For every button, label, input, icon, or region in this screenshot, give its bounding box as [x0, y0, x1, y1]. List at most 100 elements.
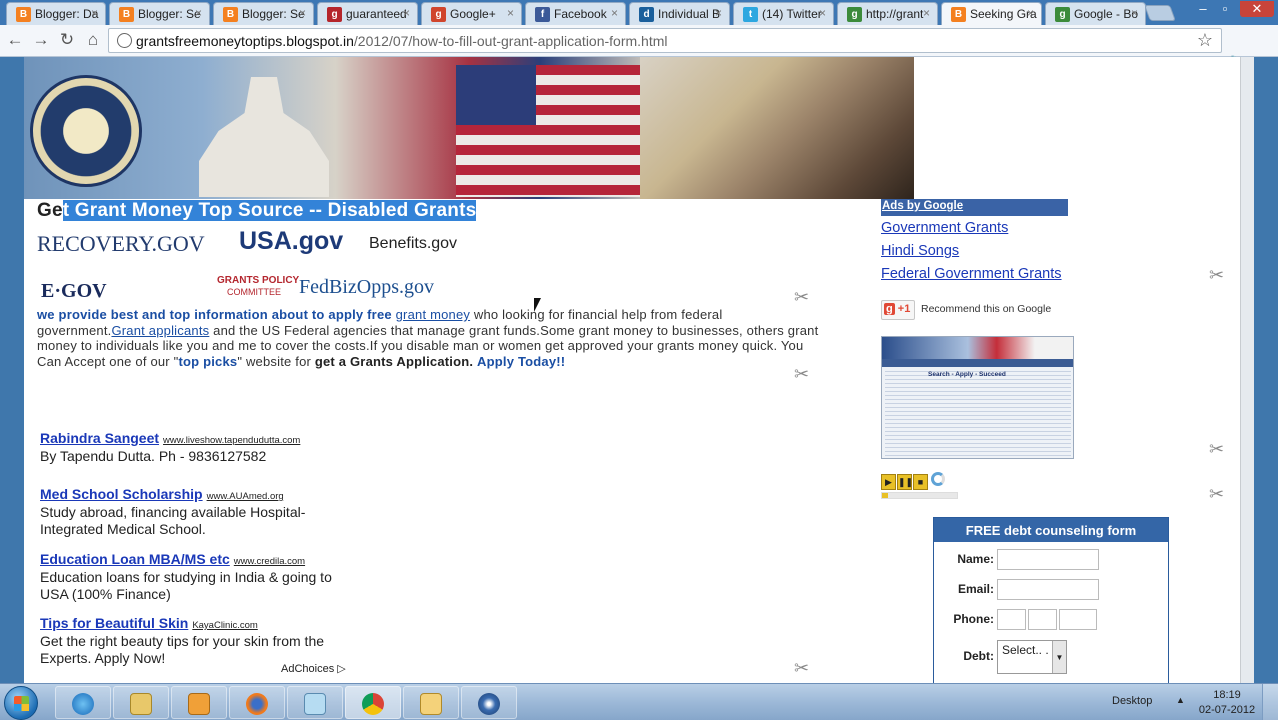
- grant-applicants-link[interactable]: Grant applicants: [111, 323, 209, 338]
- adchoices-link[interactable]: AdChoices ▷: [281, 662, 346, 675]
- tab-twitter[interactable]: t (14) Twitter ×: [733, 2, 834, 25]
- app-icon: [304, 693, 326, 715]
- vertical-scrollbar[interactable]: [1240, 57, 1254, 683]
- desktop-toolbar-label[interactable]: Desktop: [1112, 695, 1152, 707]
- ad-title[interactable]: Med School Scholarship: [40, 486, 203, 502]
- media-player[interactable]: ▶ ❚❚ ■: [881, 472, 961, 490]
- close-tab-icon[interactable]: ×: [91, 6, 98, 20]
- close-tab-icon[interactable]: ×: [195, 6, 202, 20]
- ad-url[interactable]: www.liveshow.tapendudutta.com: [163, 435, 300, 446]
- back-icon[interactable]: ←: [4, 30, 26, 50]
- play-icon[interactable]: ▶: [881, 474, 896, 490]
- ads-by-google-label[interactable]: Ads by Google: [881, 199, 1068, 216]
- tab-http-grant[interactable]: g http://grant ×: [837, 2, 938, 25]
- sidebar-link-hindi-songs[interactable]: Hindi Songs: [881, 243, 959, 259]
- taskbar-explorer[interactable]: [113, 686, 169, 719]
- scissors-icon[interactable]: ✂: [794, 364, 809, 385]
- maximize-icon[interactable]: ▫: [1214, 1, 1236, 16]
- new-tab-button[interactable]: [1144, 5, 1176, 21]
- ad-url[interactable]: www.AUAmed.org: [207, 491, 284, 502]
- google-icon: g: [847, 7, 862, 22]
- ad-title[interactable]: Tips for Beautiful Skin: [40, 615, 188, 631]
- tab-blogger-2[interactable]: B Blogger: Se ×: [109, 2, 210, 25]
- scissors-icon[interactable]: ✂: [1209, 439, 1224, 460]
- google-plus-one-button[interactable]: g +1: [881, 300, 915, 320]
- ad-title[interactable]: Rabindra Sangeet: [40, 430, 159, 446]
- intro-paragraph: we provide best and top information abou…: [37, 307, 819, 369]
- ad-item[interactable]: Rabindra Sangeet www.liveshow.tapendudutt…: [40, 430, 340, 465]
- blogger-icon: B: [951, 7, 966, 22]
- minimize-icon[interactable]: –: [1192, 1, 1214, 16]
- close-tab-icon[interactable]: ×: [299, 6, 306, 20]
- folder-icon: [130, 693, 152, 715]
- ad-item[interactable]: Education Loan MBA/MS etc www.credila.com…: [40, 551, 340, 603]
- bookmark-star-icon[interactable]: ☆: [1197, 30, 1213, 51]
- page-title: Get Grant Money Top Source -- Disabled G…: [37, 200, 477, 221]
- google-plus-icon: g: [884, 303, 895, 315]
- scissors-icon[interactable]: ✂: [794, 658, 809, 679]
- phone-line-field[interactable]: [1059, 609, 1097, 630]
- taskbar-media[interactable]: [171, 686, 227, 719]
- pause-icon[interactable]: ❚❚: [897, 474, 913, 490]
- tray-expand-icon[interactable]: ▲: [1176, 695, 1185, 705]
- ad-url[interactable]: KayaClinic.com: [192, 620, 257, 631]
- ad-url[interactable]: www.credila.com: [234, 556, 305, 567]
- sidebar-link-federal-grants[interactable]: Federal Government Grants: [881, 266, 1062, 282]
- header-banner: [24, 57, 914, 199]
- name-field[interactable]: [997, 549, 1099, 570]
- taskbar-ie[interactable]: [55, 686, 111, 719]
- site-thumbnail-ad[interactable]: Search - Apply - Succeed: [881, 336, 1074, 459]
- stop-icon[interactable]: ■: [913, 474, 928, 490]
- email-field[interactable]: [997, 579, 1099, 600]
- chrome-icon: [362, 693, 384, 715]
- ad-item[interactable]: Med School Scholarship www.AUAmed.org Stud…: [40, 486, 340, 538]
- ad-item[interactable]: Tips for Beautiful Skin KayaClinic.com Get…: [40, 615, 340, 667]
- close-tab-icon[interactable]: ×: [507, 6, 514, 20]
- people-photo: [640, 57, 914, 199]
- url-path: /2012/07/how-to-fill-out-grant-applicati…: [353, 33, 668, 49]
- taskbar-app[interactable]: [287, 686, 343, 719]
- address-bar[interactable]: grantsfreemoneytoptips.blogspot.in/2012/…: [108, 28, 1222, 53]
- taskbar-chrome[interactable]: [345, 686, 401, 719]
- ad-title[interactable]: Education Loan MBA/MS etc: [40, 551, 230, 567]
- phone-prefix-field[interactable]: [1028, 609, 1057, 630]
- close-tab-icon[interactable]: ×: [923, 6, 930, 20]
- tab-facebook[interactable]: f Facebook ×: [525, 2, 626, 25]
- close-window-icon[interactable]: ✕: [1240, 1, 1274, 17]
- taskbar-firefox[interactable]: [229, 686, 285, 719]
- forward-icon[interactable]: →: [30, 30, 52, 50]
- home-icon[interactable]: ⌂: [82, 30, 104, 50]
- email-label: Email:: [957, 582, 994, 596]
- tab-seeking-grant[interactable]: B Seeking Gra ×: [941, 2, 1042, 25]
- form-title: FREE debt counseling form: [934, 518, 1168, 542]
- phone-area-field[interactable]: [997, 609, 1026, 630]
- grant-money-link[interactable]: grant money: [396, 307, 470, 322]
- tab-individual[interactable]: d Individual B ×: [629, 2, 730, 25]
- tab-google-plus[interactable]: g Google+ ×: [421, 2, 522, 25]
- taskbar-network[interactable]: [461, 686, 517, 719]
- tab-blogger-1[interactable]: B Blogger: Da ×: [6, 2, 106, 25]
- tab-guaranteed[interactable]: g guaranteed ×: [317, 2, 418, 25]
- name-label: Name:: [957, 552, 994, 566]
- reload-icon[interactable]: ↻: [56, 30, 78, 50]
- taskbar-outlook[interactable]: [403, 686, 459, 719]
- close-tab-icon[interactable]: ×: [403, 6, 410, 20]
- close-tab-icon[interactable]: ×: [1131, 6, 1138, 20]
- scissors-icon[interactable]: ✂: [1209, 265, 1224, 286]
- scissors-icon[interactable]: ✂: [1209, 484, 1224, 505]
- close-tab-icon[interactable]: ×: [819, 6, 826, 20]
- close-tab-icon[interactable]: ×: [1027, 6, 1034, 20]
- tab-google-books[interactable]: g Google - Bo ×: [1045, 2, 1146, 25]
- egov-logo: E·GOV: [41, 280, 107, 302]
- close-tab-icon[interactable]: ×: [715, 6, 722, 20]
- player-progress-bar[interactable]: [881, 492, 958, 499]
- debt-select[interactable]: Select.. . ▼: [997, 640, 1067, 674]
- sidebar-link-government-grants[interactable]: Government Grants: [881, 220, 1008, 236]
- close-tab-icon[interactable]: ×: [611, 6, 618, 20]
- start-button[interactable]: [4, 686, 38, 720]
- dropdown-arrow-icon: ▼: [1052, 641, 1066, 673]
- show-desktop-button[interactable]: [1262, 684, 1278, 720]
- scissors-icon[interactable]: ✂: [794, 287, 809, 308]
- system-clock[interactable]: 18:19 02-07-2012: [1198, 688, 1256, 718]
- tab-blogger-3[interactable]: B Blogger: Se ×: [213, 2, 314, 25]
